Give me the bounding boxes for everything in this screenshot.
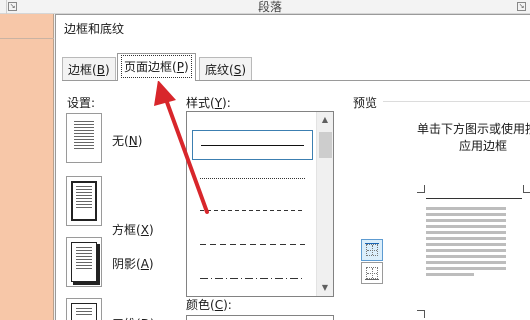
preview-text-lines [426, 207, 506, 279]
bottom-border-button[interactable] [361, 262, 383, 284]
setting-none-label[interactable]: 无(N) [112, 132, 142, 149]
settings-label: 设置: [67, 96, 96, 110]
dialog-title: 边框和底纹 [64, 22, 125, 36]
tab-borders[interactable]: 边框(B) [62, 57, 116, 81]
bottom-border-icon [365, 279, 379, 280]
dialog-launcher-icon[interactable]: ↘ [8, 2, 17, 11]
borders-and-shading-dialog: 边框和底纹 边框(B) 页面边框(P) 底纹(S) 设置: 无(N) 方框(X) [55, 14, 530, 320]
scroll-down-icon[interactable]: ▼ [317, 280, 333, 296]
paragraph-launcher-icon[interactable]: ↘ [517, 2, 526, 11]
preview-page[interactable] [413, 185, 530, 320]
color-dropdown[interactable] [186, 315, 334, 320]
setting-shadow-icon[interactable] [66, 237, 102, 287]
style-list-scrollbar[interactable]: ▲ ▼ [316, 112, 333, 296]
scroll-thumb[interactable] [319, 132, 332, 158]
preview-group-line [383, 101, 530, 102]
setting-3d-icon[interactable] [66, 298, 102, 320]
preview-hint: 单击下方图示或使用按钮 应用边框 [416, 122, 530, 153]
ribbon-group-label: 段落 [258, 0, 283, 14]
preview-label: 预览 [353, 96, 378, 110]
scroll-up-icon[interactable]: ▲ [317, 112, 333, 128]
document-area [0, 14, 54, 320]
setting-none-icon[interactable] [66, 113, 102, 163]
setting-3d-label[interactable]: 三维(D) [112, 315, 155, 320]
top-border-icon [365, 243, 379, 244]
document-divider [0, 38, 54, 39]
style-item-dash-dot[interactable] [192, 264, 313, 294]
color-label: 颜色(C): [186, 298, 232, 312]
tab-page-borders[interactable]: 页面边框(P) [117, 53, 196, 81]
setting-box-label[interactable]: 方框(X) [112, 221, 154, 238]
preview-top-border [426, 198, 522, 199]
setting-box-icon[interactable] [66, 176, 102, 226]
tab-shading[interactable]: 底纹(S) [199, 57, 253, 81]
setting-shadow-label[interactable]: 阴影(A) [112, 255, 154, 272]
ribbon-separator [6, 0, 7, 14]
annotation-arrow-icon [154, 80, 209, 214]
top-border-button[interactable] [361, 239, 383, 261]
style-item-dashed[interactable] [192, 230, 313, 260]
ribbon-background: ↘ 段落 ↘ [0, 0, 530, 14]
